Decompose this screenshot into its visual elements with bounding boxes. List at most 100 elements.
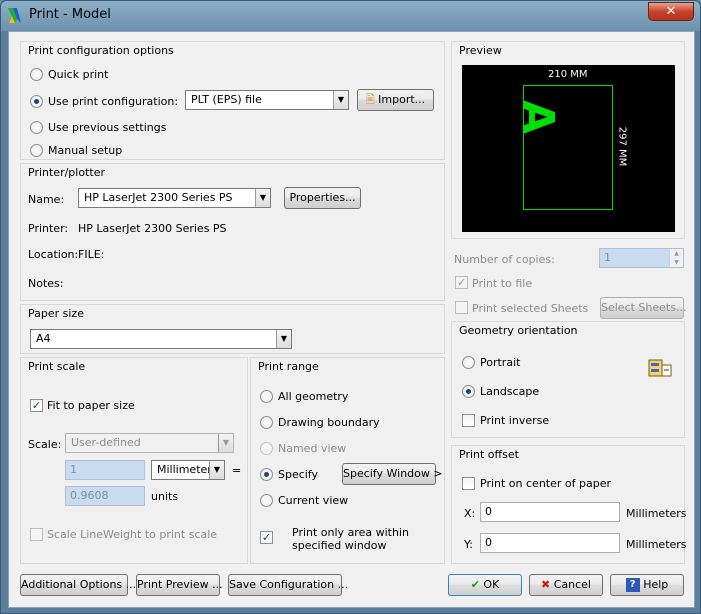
chevron-down-icon: ▼: [255, 189, 270, 207]
portrait-label: Portrait: [480, 356, 521, 369]
cancel-button[interactable]: ✖ Cancel: [529, 574, 603, 596]
print-preview-area: 210 MM A 297 MM: [462, 65, 675, 232]
specify-radio[interactable]: [260, 468, 273, 481]
orientation-icon: [648, 359, 672, 377]
save-configuration-button[interactable]: Save Configuration ...: [228, 574, 348, 596]
print-offset-heading: Print offset: [459, 448, 519, 461]
scale-lineweight-checkbox[interactable]: [30, 528, 43, 541]
portrait-radio[interactable]: [462, 356, 475, 369]
copies-field[interactable]: 1 ▲ ▼: [599, 248, 684, 268]
config-dropdown[interactable]: PLT (EPS) file ▼: [185, 90, 349, 110]
scale-dropdown[interactable]: User-defined ▼: [65, 433, 234, 453]
print-scale-panel: Print scale ✓ Fit to paper size Scale: U…: [20, 357, 248, 564]
config-heading: Print configuration options: [28, 44, 174, 57]
landscape-radio[interactable]: [462, 385, 475, 398]
cancel-x-icon: ✖: [541, 578, 551, 591]
center-of-paper-label: Print on center of paper: [480, 477, 611, 490]
printer-name-value: HP LaserJet 2300 Series PS: [84, 191, 233, 204]
drawing-units-field[interactable]: 0.9608: [65, 486, 145, 506]
orientation-heading: Geometry orientation: [459, 324, 578, 337]
print-preview-button[interactable]: Print Preview ...: [136, 574, 223, 596]
named-view-label: Named view: [278, 442, 347, 455]
print-inverse-label: Print inverse: [480, 414, 550, 427]
help-label: Help: [643, 578, 669, 591]
paper-size-value: A4: [36, 332, 51, 345]
ok-button[interactable]: ✔ OK: [448, 574, 522, 596]
preview-geometry-letter: A: [512, 99, 564, 135]
help-button[interactable]: ? Help: [610, 574, 684, 596]
offset-y-label: Y:: [464, 538, 473, 551]
import-icon: 🖹: [365, 93, 375, 106]
quick-print-radio[interactable]: [30, 68, 43, 81]
specify-label: Specify: [278, 468, 319, 481]
copies-value: 1: [604, 251, 611, 264]
scale-dropdown-value: User-defined: [71, 436, 141, 449]
current-view-radio[interactable]: [260, 494, 273, 507]
chevron-down-icon: ▼: [276, 330, 291, 348]
import-button[interactable]: 🖹 Import...: [357, 89, 434, 111]
named-view-radio[interactable]: [260, 442, 273, 455]
paper-size-heading: Paper size: [28, 307, 84, 320]
all-geometry-label: All geometry: [278, 390, 349, 403]
select-sheets-button[interactable]: Select Sheets...: [600, 297, 686, 319]
copies-spinner[interactable]: ▲ ▼: [669, 249, 683, 267]
printer-name-dropdown[interactable]: HP LaserJet 2300 Series PS ▼: [78, 188, 271, 208]
offset-x-field[interactable]: 0: [480, 502, 620, 522]
print-configuration-panel: Print configuration options Quick print …: [20, 41, 445, 160]
print-to-file-checkbox[interactable]: ✓: [455, 276, 468, 289]
preview-height-label: 297 MM: [616, 126, 628, 167]
paper-size-dropdown[interactable]: A4 ▼: [30, 329, 292, 349]
print-dialog-window: Print - Model ✕ Print configuration opti…: [0, 0, 701, 614]
specify-window-button[interactable]: Specify Window >: [342, 463, 443, 485]
manual-setup-label: Manual setup: [48, 144, 123, 157]
equals-sign: =: [232, 464, 242, 477]
landscape-label: Landscape: [480, 385, 540, 398]
print-to-file-label: Print to file: [472, 277, 533, 290]
print-only-area-checkbox[interactable]: ✓: [260, 531, 273, 544]
close-button[interactable]: ✕: [648, 2, 694, 21]
copies-label: Number of copies:: [454, 253, 555, 266]
chevron-down-icon: ▼: [333, 91, 348, 109]
scale-lineweight-label: Scale LineWeight to print scale: [47, 528, 218, 541]
preview-width-label: 210 MM: [548, 69, 588, 80]
print-scale-heading: Print scale: [28, 360, 86, 373]
title-bar[interactable]: Print - Model ✕: [1, 1, 700, 31]
printer-plotter-panel: Printer/plotter Name: HP LaserJet 2300 S…: [20, 163, 445, 301]
chevron-down-icon: ▼: [218, 434, 233, 452]
location-label: Location:: [28, 248, 79, 261]
use-config-radio[interactable]: [30, 95, 43, 108]
notes-label: Notes:: [28, 277, 64, 290]
drawing-boundary-label: Drawing boundary: [278, 416, 380, 429]
config-dropdown-value: PLT (EPS) file: [191, 93, 262, 106]
center-of-paper-checkbox[interactable]: [462, 477, 475, 490]
cancel-label: Cancel: [553, 578, 591, 591]
all-geometry-radio[interactable]: [260, 390, 273, 403]
preview-heading: Preview: [459, 44, 502, 57]
offset-y-field[interactable]: 0: [480, 533, 620, 553]
additional-options-button[interactable]: Additional Options ...: [20, 574, 136, 596]
printer-device-value: HP LaserJet 2300 Series PS: [78, 222, 227, 235]
scale-value-field[interactable]: 1: [65, 460, 145, 480]
previous-settings-radio[interactable]: [30, 121, 43, 134]
print-offset-panel: Print offset Print on center of paper X:…: [451, 445, 687, 564]
scale-unit-dropdown[interactable]: Millimeters ▼: [151, 460, 225, 480]
properties-button[interactable]: Properties...: [284, 187, 361, 209]
import-label: Import...: [378, 93, 426, 106]
paper-size-panel: Paper size A4 ▼: [20, 304, 445, 354]
offset-x-label: X:: [464, 507, 476, 520]
print-selected-sheets-label: Print selected Sheets: [472, 302, 589, 315]
help-icon: ?: [625, 578, 640, 592]
units-label: units: [151, 490, 179, 503]
print-selected-sheets-checkbox[interactable]: [455, 301, 468, 314]
ok-label: OK: [483, 578, 500, 591]
drawing-boundary-radio[interactable]: [260, 416, 273, 429]
use-config-label: Use print configuration:: [48, 95, 179, 108]
location-value: FILE:: [78, 248, 105, 261]
manual-setup-radio[interactable]: [30, 144, 43, 157]
app-logo-icon: [8, 8, 21, 23]
printer-heading: Printer/plotter: [28, 166, 105, 179]
fit-to-paper-checkbox[interactable]: ✓: [30, 399, 43, 412]
chevron-down-icon: ▼: [209, 461, 224, 479]
print-inverse-checkbox[interactable]: [462, 414, 475, 427]
print-only-area-label: Print only area within specified window: [292, 526, 409, 552]
